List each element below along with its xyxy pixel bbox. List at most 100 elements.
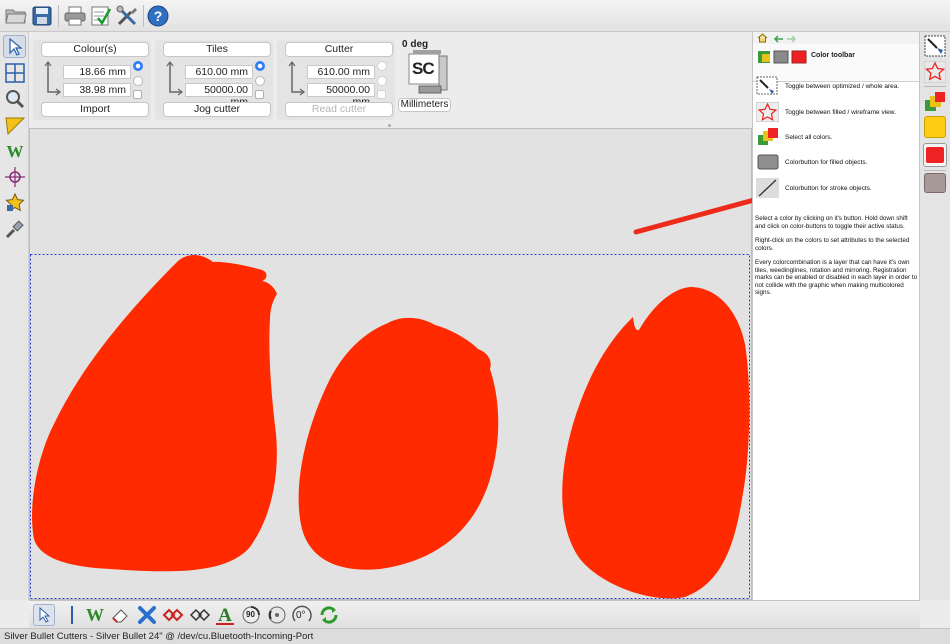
- rotation-label: 0 deg: [402, 39, 429, 50]
- color-toolbar-separator: [924, 86, 946, 87]
- left-tool-column: W: [0, 32, 29, 600]
- node-outline-icon[interactable]: [189, 604, 211, 626]
- colours-title-button[interactable]: Colour(s): [41, 42, 149, 57]
- main-toolbar: ?: [0, 0, 950, 32]
- help-panel: Color toolbar Toggle between optimized /…: [752, 32, 920, 600]
- cutter-width-field[interactable]: 610.00 mm: [307, 65, 375, 79]
- cutter-radio-1[interactable]: [377, 61, 387, 71]
- text-a-icon[interactable]: A: [214, 604, 236, 626]
- color-toolbar-preview-icon: [758, 50, 807, 64]
- cutter-panel: Cutter 610.00 mm 50000.00 mm Read cutter: [277, 40, 395, 120]
- yellow-color-button[interactable]: [924, 116, 946, 138]
- cutter-title-button[interactable]: Cutter: [285, 42, 393, 57]
- bottom-toolbar: W A 90 0°: [29, 600, 920, 628]
- gray-color-button[interactable]: [924, 173, 946, 193]
- help-icon[interactable]: ?: [146, 4, 170, 28]
- delete-x-icon[interactable]: [136, 604, 158, 626]
- separator-icon: [61, 604, 83, 626]
- checklist-icon[interactable]: [89, 4, 113, 28]
- crosshair-icon[interactable]: [3, 165, 26, 188]
- stroke-color-button-icon: [756, 178, 779, 198]
- tiles-lock-checkbox[interactable]: [255, 90, 264, 99]
- help-paragraph-3: Every colorcombination is a layer that c…: [755, 259, 918, 296]
- tiles-height-field[interactable]: 50000.00 mm: [185, 83, 253, 108]
- sc-logo-text: SC: [412, 59, 435, 78]
- save-icon[interactable]: [30, 4, 54, 28]
- tulip-petal-left[interactable]: [32, 254, 277, 572]
- colours-lock-checkbox[interactable]: [133, 90, 142, 99]
- open-folder-icon[interactable]: [4, 4, 28, 28]
- help-row-3-text: Select all colors.: [785, 134, 833, 141]
- colours-width-field[interactable]: 18.66 mm: [63, 65, 131, 79]
- colours-radio-1[interactable]: [133, 61, 143, 71]
- filled-wireframe-star-icon: [755, 101, 780, 123]
- help-row-5-text: Colorbutton for stroke objects.: [785, 185, 872, 192]
- help-paragraph-1: Select a color by clicking on it's butto…: [755, 215, 908, 230]
- axes-icon: [288, 61, 305, 96]
- status-bar: Silver Bullet Cutters - Silver Bullet 24…: [0, 628, 950, 644]
- colours-panel: Colour(s) 18.66 mm 38.98 mm Import: [33, 40, 151, 120]
- optimized-area-icon[interactable]: [923, 34, 947, 58]
- star-icon[interactable]: [3, 191, 26, 214]
- magnifier-icon[interactable]: [3, 87, 26, 110]
- sc-logo-button[interactable]: SC: [407, 50, 451, 94]
- select-all-colors-icon[interactable]: [923, 90, 947, 114]
- arrow-select-icon[interactable]: [3, 35, 26, 58]
- eraser-icon[interactable]: [109, 604, 131, 626]
- axes-icon: [166, 61, 183, 96]
- cutter-height-field[interactable]: 50000.00 mm: [307, 83, 375, 108]
- rotate-0-label: 0°: [296, 610, 306, 621]
- print-icon[interactable]: [63, 4, 87, 28]
- node-red-icon[interactable]: [162, 604, 184, 626]
- tiles-radio-2[interactable]: [255, 76, 265, 86]
- toolbar-separator: [58, 5, 59, 27]
- tulip-petal-middle[interactable]: [298, 317, 499, 570]
- tiles-title-button[interactable]: Tiles: [163, 42, 271, 57]
- grid-icon[interactable]: [3, 61, 26, 84]
- help-row-4-text: Colorbutton for filled objects.: [785, 159, 868, 166]
- star-outline-icon[interactable]: [923, 60, 947, 84]
- import-button[interactable]: Import: [41, 102, 149, 117]
- select-all-colors-icon: [756, 127, 779, 147]
- cutter-radio-2[interactable]: [377, 76, 387, 86]
- colours-radio-2[interactable]: [133, 76, 143, 86]
- tiles-width-field[interactable]: 610.00 mm: [185, 65, 253, 79]
- rotate-knob-icon[interactable]: [266, 604, 288, 626]
- red-color-button-frame[interactable]: [923, 143, 947, 167]
- svg-text:A: A: [218, 605, 232, 626]
- cutter-lock-checkbox[interactable]: [377, 90, 386, 99]
- splitter-handle[interactable]: [388, 124, 391, 127]
- properties-strip: Colour(s) 18.66 mm 38.98 mm Import Tiles…: [29, 32, 750, 128]
- help-title: Color toolbar: [811, 52, 855, 59]
- help-row-2-text: Toggle between filled / wireframe view.: [785, 109, 896, 116]
- tools-icon[interactable]: [115, 4, 139, 28]
- rotate-90-icon[interactable]: 90: [240, 604, 262, 626]
- optimized-area-icon: [756, 76, 779, 96]
- help-nav-bar: [753, 32, 920, 44]
- read-cutter-button[interactable]: Read cutter: [285, 102, 393, 117]
- knife-icon[interactable]: [3, 217, 26, 240]
- svg-text:W: W: [6, 142, 23, 160]
- axes-icon: [44, 61, 61, 96]
- help-paragraph-2: Right-click on the colors to set attribu…: [755, 237, 910, 252]
- jog-cutter-button[interactable]: Jog cutter: [163, 102, 271, 117]
- tiles-radio-1[interactable]: [255, 61, 265, 71]
- tulip-petal-right[interactable]: [562, 287, 750, 599]
- svg-text:W: W: [86, 605, 104, 625]
- svg-text:?: ?: [154, 8, 163, 24]
- red-color-button[interactable]: [926, 147, 944, 163]
- filled-color-button-icon: [756, 152, 779, 172]
- weed-w-icon[interactable]: W: [84, 604, 106, 626]
- units-button[interactable]: Millimeters: [398, 98, 451, 112]
- tiles-panel: Tiles 610.00 mm 50000.00 mm Jog cutter: [155, 40, 273, 120]
- toolbar-separator: [143, 5, 144, 27]
- color-toolbar: [919, 32, 950, 600]
- ruler-icon[interactable]: [3, 113, 26, 136]
- colours-height-field[interactable]: 38.98 mm: [63, 83, 131, 97]
- refresh-green-icon[interactable]: [318, 604, 340, 626]
- rotate-0-icon[interactable]: 0°: [291, 604, 313, 626]
- arrow-select-icon[interactable]: [33, 604, 55, 626]
- weed-w-icon[interactable]: W: [3, 139, 26, 162]
- help-row-1-text: Toggle between optimized / whole area.: [785, 83, 900, 90]
- rotate-90-label: 90: [246, 610, 255, 619]
